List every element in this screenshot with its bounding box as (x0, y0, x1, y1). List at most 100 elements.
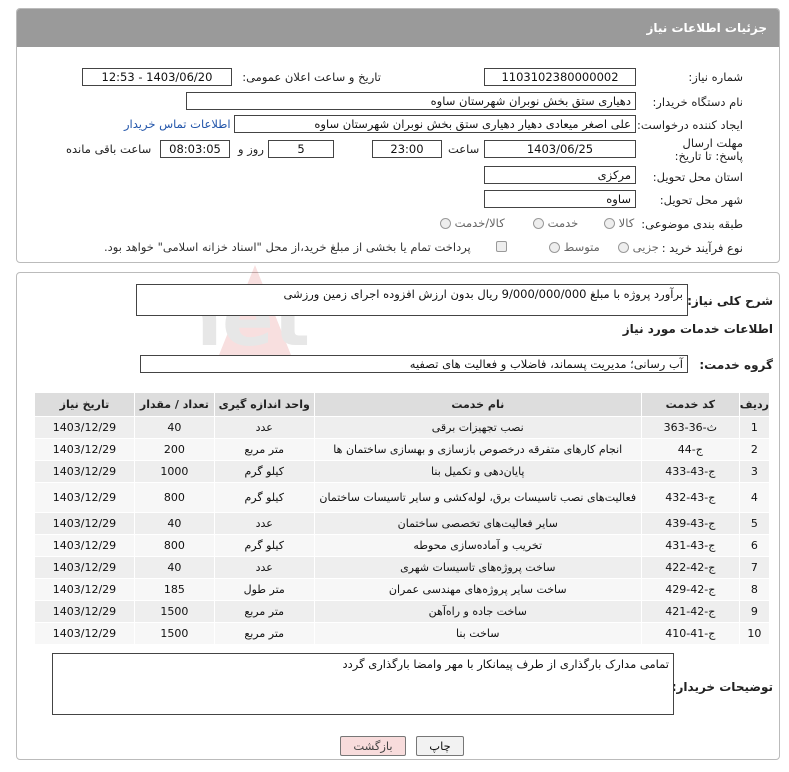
quantity: 1500 (133, 600, 215, 623)
creator-field[interactable]: علی اصغر میعادی دهیار دهیاری ستق بخش نوب… (234, 115, 636, 133)
table-row: 4 ج-43-432 فعالیت‌های نصب تاسیسات برق، لول… (34, 482, 771, 513)
need-date: 1403/12/29 (34, 600, 135, 623)
province-field[interactable]: مرکزی (484, 166, 636, 184)
print-button[interactable]: چاپ (416, 736, 464, 756)
table-row: 5 ج-43-439 سایر فعالیت‌های تخصصی ساختمان عد… (34, 512, 771, 535)
unit: متر مربع (213, 600, 315, 623)
remaining-label: ساعت باقی مانده (66, 142, 152, 156)
unit: عدد (213, 416, 315, 439)
col-qty: تعداد / مقدار (133, 392, 215, 417)
deadline-label: مهلت ارسال پاسخ: تا تاریخ: (674, 136, 743, 163)
service-group-field[interactable]: آب رسانی؛ مدیریت پسماند، فاضلاب و فعالیت… (140, 355, 688, 373)
buyer-contact-link[interactable]: اطلاعات تماس خریدار (124, 117, 231, 131)
service-name: ساخت بنا (313, 622, 642, 645)
announce-label: تاریخ و ساعت اعلان عمومی: (242, 70, 381, 84)
radio-icon[interactable] (604, 218, 615, 229)
quantity: 40 (133, 416, 215, 439)
days-label: روز و (238, 142, 264, 156)
deadline-date-field[interactable]: 1403/06/25 (484, 140, 636, 158)
need-date: 1403/12/29 (34, 578, 135, 601)
radio-icon[interactable] (549, 242, 560, 253)
table-row: 9 ج-42-421 ساخت جاده و راه‌آهن متر مربع 1500… (34, 600, 771, 623)
row-number: 1 (738, 416, 771, 439)
quantity: 40 (133, 512, 215, 535)
service-code: ج-43-433 (640, 460, 740, 483)
need-date: 1403/12/29 (34, 460, 135, 483)
service-code: ج-42-421 (640, 600, 740, 623)
table-row: 6 ج-43-431 تخریب و آماده‌سازی محوطه کیلو گر… (34, 534, 771, 557)
need-date: 1403/12/29 (34, 622, 135, 645)
unit: کیلو گرم (213, 460, 315, 483)
table-row: 1 ث-36-363 نصب تجهیزات برقی عدد 40 1403/12/29 (34, 416, 771, 439)
row-number: 8 (738, 578, 771, 601)
service-code: ج-44 (640, 438, 740, 461)
need-date: 1403/12/29 (34, 438, 135, 461)
radio-icon[interactable] (533, 218, 544, 229)
table-row: 3 ج-43-433 پایان‌دهی و تکمیل بنا کیلو گرم 10… (34, 460, 771, 483)
services-table: ردیف کد خدمت نام خدمت واحد اندازه گیری ت… (34, 392, 771, 645)
process-option-medium[interactable]: متوسط (549, 240, 600, 254)
quantity: 800 (133, 534, 215, 557)
service-name: پایان‌دهی و تکمیل بنا (313, 460, 642, 483)
service-code: ج-43-432 (640, 482, 740, 513)
radio-icon[interactable] (618, 242, 629, 253)
unit: متر طول (213, 578, 315, 601)
description-label: شرح کلی نیاز: (687, 294, 773, 308)
table-row: 10 ج-41-410 ساخت بنا متر مربع 1500 1403/12/29 (34, 622, 771, 645)
unit: کیلو گرم (213, 534, 315, 557)
process-option-minor[interactable]: جزیی (618, 240, 659, 254)
province-label: استان محل تحویل: (652, 170, 743, 184)
city-field[interactable]: ساوه (484, 190, 636, 208)
category-option-goods-service[interactable]: کالا/خدمت (440, 216, 505, 230)
need-number-label: شماره نیاز: (688, 70, 743, 84)
service-code: ث-36-363 (640, 416, 740, 439)
need-date: 1403/12/29 (34, 482, 135, 513)
row-number: 2 (738, 438, 771, 461)
deadline-time-field[interactable]: 23:00 (372, 140, 442, 158)
days-field[interactable]: 5 (268, 140, 334, 158)
need-number-field[interactable]: 1103102380000002 (484, 68, 636, 86)
deadline-time-label: ساعت (448, 142, 480, 156)
service-name: تخریب و آماده‌سازی محوطه (313, 534, 642, 557)
buyer-notes-field[interactable]: تمامی مدارک بارگذاری از طرف پیمانکار با … (52, 653, 674, 715)
announce-field[interactable]: 1403/06/20 - 12:53 (82, 68, 232, 86)
buyer-org-field[interactable]: دهیاری ستق بخش نوبران شهرستان ساوه (186, 92, 636, 110)
row-number: 10 (738, 622, 771, 645)
col-name: نام خدمت (313, 392, 642, 417)
need-date: 1403/12/29 (34, 534, 135, 557)
service-group-label: گروه خدمت: (699, 358, 773, 372)
unit: کیلو گرم (213, 482, 315, 513)
col-code: کد خدمت (640, 392, 740, 417)
row-number: 6 (738, 534, 771, 557)
category-label: طبقه بندی موضوعی: (641, 217, 743, 231)
table-row: 2 ج-44 انجام کارهای متفرقه درخصوص بازسازی … (34, 438, 771, 461)
description-field[interactable]: برآورد پروژه با مبلغ 9/000/000/000 ریال … (136, 284, 688, 316)
row-number: 9 (738, 600, 771, 623)
unit: متر مربع (213, 622, 315, 645)
buyer-org-label: نام دستگاه خریدار: (652, 95, 743, 109)
unit: عدد (213, 556, 315, 579)
service-code: ج-42-422 (640, 556, 740, 579)
treasury-checkbox[interactable] (496, 241, 507, 252)
quantity: 800 (133, 482, 215, 513)
table-row: 7 ج-42-422 ساخت پروژه‌های تاسیسات شهری عدد 4… (34, 556, 771, 579)
quantity: 1000 (133, 460, 215, 483)
payment-note: پرداخت تمام یا بخشی از مبلغ خرید،از محل … (104, 240, 471, 254)
need-date: 1403/12/29 (34, 512, 135, 535)
service-code: ج-43-431 (640, 534, 740, 557)
remaining-time-field[interactable]: 08:03:05 (160, 140, 230, 158)
service-code: ج-42-429 (640, 578, 740, 601)
services-title: اطلاعات خدمات مورد نیاز (622, 322, 773, 336)
row-number: 5 (738, 512, 771, 535)
service-name: نصب تجهیزات برقی (313, 416, 642, 439)
row-number: 3 (738, 460, 771, 483)
category-option-goods[interactable]: کالا (604, 216, 634, 230)
col-row: ردیف (738, 392, 771, 417)
category-option-service[interactable]: خدمت (533, 216, 578, 230)
radio-icon[interactable] (440, 218, 451, 229)
table-row: 8 ج-42-429 ساخت سایر پروژه‌های مهندسی عمرا… (34, 578, 771, 601)
service-name: ساخت جاده و راه‌آهن (313, 600, 642, 623)
service-name: فعالیت‌های نصب تاسیسات برق، لوله‌کشی و س… (313, 482, 642, 513)
back-button[interactable]: بازگشت (340, 736, 406, 756)
service-name: انجام کارهای متفرقه درخصوص بازسازی و بهس… (313, 438, 642, 461)
